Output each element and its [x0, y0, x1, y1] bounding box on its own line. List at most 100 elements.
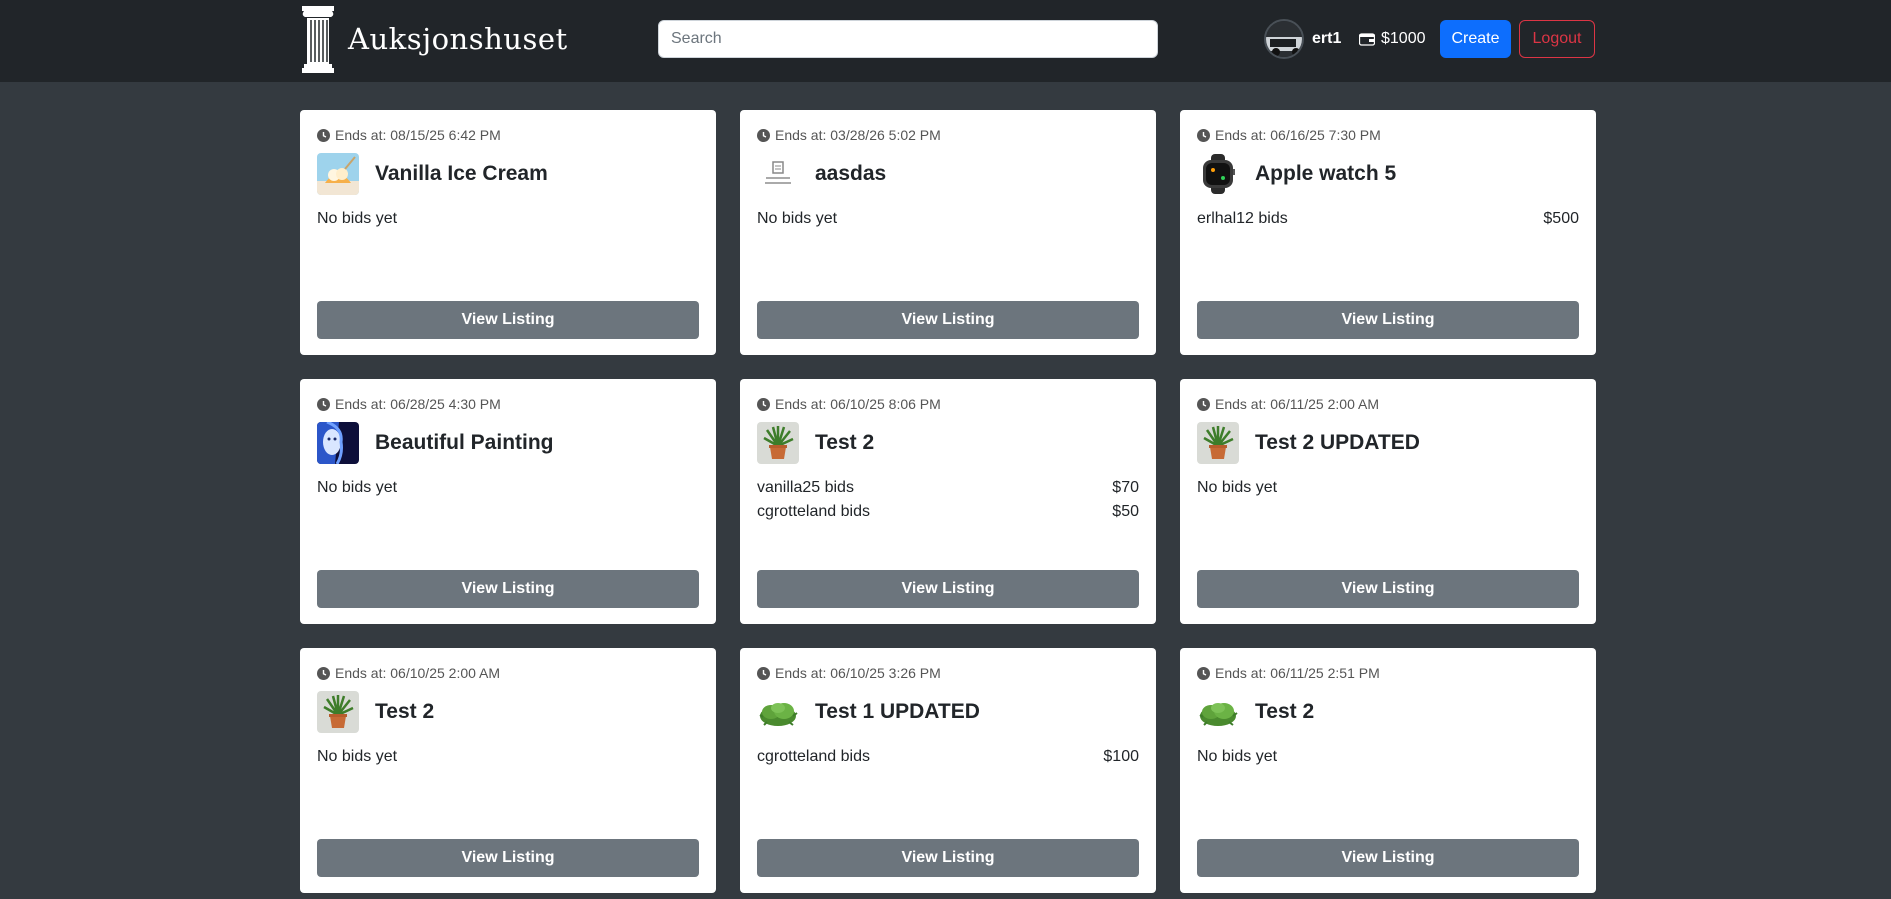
- ends-time: 06/16/25 7:30 PM: [1270, 127, 1381, 143]
- potted-plant-icon: [1197, 422, 1239, 464]
- clock-icon: [757, 128, 770, 142]
- listing-header: Apple watch 5: [1197, 153, 1579, 195]
- ends-prefix: Ends at:: [1215, 127, 1267, 143]
- bid-row: No bids yet: [1197, 745, 1579, 769]
- view-listing-button[interactable]: View Listing: [1197, 301, 1579, 339]
- listing-card: Ends at: 03/28/26 5:02 PM aasdas No bids…: [740, 110, 1156, 355]
- bids-list: No bids yet: [1197, 476, 1579, 500]
- listing-title: Test 2: [815, 431, 875, 454]
- listing-header: Test 1 UPDATED: [757, 691, 1139, 733]
- listing-title: Apple watch 5: [1255, 162, 1397, 185]
- clock-icon: [1197, 128, 1210, 142]
- bid-row: vanilla25 bids $70: [757, 476, 1139, 500]
- clock-icon: [1197, 666, 1210, 680]
- ends-prefix: Ends at:: [1215, 396, 1267, 412]
- listing-title: Test 1 UPDATED: [815, 700, 980, 723]
- listing-card: Ends at: 08/15/25 6:42 PM Vanilla Ice Cr…: [300, 110, 716, 355]
- bid-row: cgrotteland bids $50: [757, 500, 1139, 524]
- listing-header: Test 2 UPDATED: [1197, 422, 1579, 464]
- view-listing-button[interactable]: View Listing: [757, 570, 1139, 608]
- watch-icon: [1197, 153, 1239, 195]
- listing-card: Ends at: 06/28/25 4:30 PM Beautiful Pain…: [300, 379, 716, 624]
- bid-label: No bids yet: [317, 748, 398, 765]
- listing-title: Test 2 UPDATED: [1255, 431, 1420, 454]
- ends-at: Ends at: 03/28/26 5:02 PM: [757, 126, 1139, 144]
- bid-label: vanilla25 bids: [757, 479, 854, 496]
- bids-list: No bids yet: [1197, 745, 1579, 769]
- clock-icon: [757, 397, 770, 411]
- bids-list: vanilla25 bids $70 cgrotteland bids $50: [757, 476, 1139, 524]
- shrub-icon: [757, 691, 799, 733]
- ends-prefix: Ends at:: [335, 127, 387, 143]
- brand-name: Auksjonshuset: [348, 22, 568, 56]
- bids-list: No bids yet: [317, 207, 699, 231]
- ends-time: 06/10/25 8:06 PM: [830, 396, 941, 412]
- bid-amount: $70: [1112, 479, 1139, 496]
- ends-at: Ends at: 06/16/25 7:30 PM: [1197, 126, 1579, 144]
- listing-card: Ends at: 06/11/25 2:00 AM Test 2 UPDATED…: [1180, 379, 1596, 624]
- bid-amount: $500: [1543, 210, 1579, 227]
- bids-list: erlhal12 bids $500: [1197, 207, 1579, 231]
- view-listing-button[interactable]: View Listing: [1197, 570, 1579, 608]
- clock-icon: [1197, 397, 1210, 411]
- ends-at: Ends at: 06/28/25 4:30 PM: [317, 395, 699, 413]
- ends-time: 06/11/25 2:00 AM: [1270, 396, 1379, 412]
- bids-list: cgrotteland bids $100: [757, 745, 1139, 769]
- balance-amount: $1000: [1381, 30, 1426, 47]
- ends-time: 06/10/25 2:00 AM: [390, 665, 501, 681]
- listing-header: Test 2: [757, 422, 1139, 464]
- view-listing-button[interactable]: View Listing: [757, 839, 1139, 877]
- listing-header: Vanilla Ice Cream: [317, 153, 699, 195]
- ends-at: Ends at: 06/11/25 2:00 AM: [1197, 395, 1579, 413]
- bid-row: No bids yet: [1197, 476, 1579, 500]
- view-listing-button[interactable]: View Listing: [317, 839, 699, 877]
- ends-time: 08/15/25 6:42 PM: [390, 127, 501, 143]
- logout-button[interactable]: Logout: [1519, 20, 1595, 58]
- bid-row: erlhal12 bids $500: [1197, 207, 1579, 231]
- listing-card: Ends at: 06/16/25 7:30 PM Apple watch 5 …: [1180, 110, 1596, 355]
- clock-icon: [757, 666, 770, 680]
- potted-plant-icon: [317, 691, 359, 733]
- listing-header: Test 2: [317, 691, 699, 733]
- no-image-icon: [757, 153, 799, 195]
- ends-prefix: Ends at:: [775, 127, 827, 143]
- listing-title: aasdas: [815, 162, 887, 185]
- painting-icon: [317, 422, 359, 464]
- bid-row: No bids yet: [757, 207, 1139, 231]
- ends-time: 06/10/25 3:26 PM: [830, 665, 941, 681]
- ends-prefix: Ends at:: [335, 665, 387, 681]
- ends-prefix: Ends at:: [775, 665, 827, 681]
- view-listing-button[interactable]: View Listing: [1197, 839, 1579, 877]
- bid-label: No bids yet: [757, 210, 838, 227]
- ends-at: Ends at: 06/10/25 2:00 AM: [317, 664, 699, 682]
- listing-title: Vanilla Ice Cream: [375, 162, 548, 185]
- ends-time: 06/11/25 2:51 PM: [1270, 665, 1380, 681]
- bid-row: No bids yet: [317, 476, 699, 500]
- listing-card: Ends at: 06/10/25 2:00 AM Test 2 No bids…: [300, 648, 716, 893]
- bid-row: cgrotteland bids $100: [757, 745, 1139, 769]
- listing-header: Test 2: [1197, 691, 1579, 733]
- create-button[interactable]: Create: [1440, 20, 1511, 58]
- user-profile[interactable]: ert1: [1264, 19, 1341, 59]
- navbar: Auksjonshuset ert1 $1000 Create Logout: [0, 0, 1891, 82]
- brand[interactable]: Auksjonshuset: [300, 4, 568, 74]
- bids-list: No bids yet: [757, 207, 1139, 231]
- ends-at: Ends at: 06/10/25 8:06 PM: [757, 395, 1139, 413]
- username: ert1: [1312, 30, 1342, 47]
- view-listing-button[interactable]: View Listing: [757, 301, 1139, 339]
- clock-icon: [317, 666, 330, 680]
- bids-list: No bids yet: [317, 745, 699, 769]
- view-listing-button[interactable]: View Listing: [317, 301, 699, 339]
- bid-label: cgrotteland bids: [757, 503, 870, 520]
- bid-amount: $50: [1112, 503, 1139, 520]
- listings-grid: Ends at: 08/15/25 6:42 PM Vanilla Ice Cr…: [300, 110, 1596, 893]
- search-input[interactable]: [658, 20, 1158, 58]
- listing-card: Ends at: 06/10/25 8:06 PM Test 2 vanilla…: [740, 379, 1156, 624]
- view-listing-button[interactable]: View Listing: [317, 570, 699, 608]
- potted-plant-icon: [757, 422, 799, 464]
- listing-header: Beautiful Painting: [317, 422, 699, 464]
- shrub-icon: [1197, 691, 1239, 733]
- wallet-icon: [1359, 32, 1375, 46]
- bid-label: No bids yet: [1197, 479, 1278, 496]
- bids-list: No bids yet: [317, 476, 699, 500]
